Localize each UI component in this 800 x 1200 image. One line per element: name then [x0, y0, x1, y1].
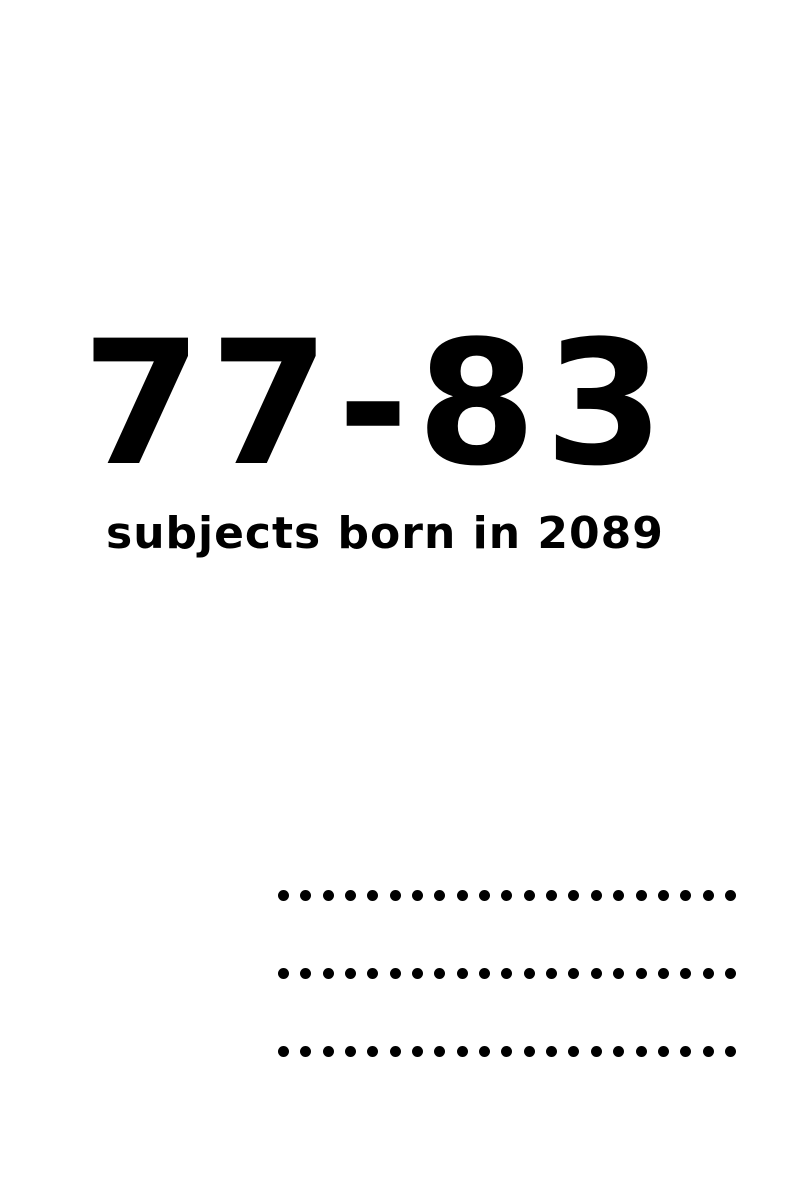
dot — [635, 967, 647, 979]
dot — [635, 1045, 647, 1057]
dot — [657, 889, 669, 901]
dot — [479, 1045, 491, 1057]
dot — [434, 889, 446, 901]
dot — [613, 889, 625, 901]
dot — [479, 889, 491, 901]
dot — [613, 967, 625, 979]
dot — [300, 967, 312, 979]
dot — [322, 967, 334, 979]
dot — [546, 889, 558, 901]
dot — [456, 967, 468, 979]
dot — [702, 1045, 714, 1057]
dot — [345, 967, 357, 979]
dot — [367, 1045, 379, 1057]
dot — [523, 967, 535, 979]
dot — [657, 967, 669, 979]
dot — [412, 889, 424, 901]
dot — [278, 1045, 289, 1057]
range-figure: 77-83 — [82, 303, 673, 504]
dot — [456, 889, 468, 901]
dot — [613, 1045, 625, 1057]
dot — [367, 967, 379, 979]
dot — [322, 889, 334, 901]
dot-row — [278, 884, 736, 906]
dot — [680, 1045, 692, 1057]
dot — [479, 967, 491, 979]
dot — [434, 1045, 446, 1057]
dot — [345, 1045, 357, 1057]
dot — [389, 1045, 401, 1057]
dot — [278, 967, 289, 979]
dot — [501, 967, 513, 979]
dot — [680, 889, 692, 901]
dot — [702, 967, 714, 979]
dot — [590, 1045, 602, 1057]
dot — [523, 1045, 535, 1057]
dot — [278, 889, 289, 901]
dot — [322, 1045, 334, 1057]
dot — [724, 1045, 736, 1057]
dot — [568, 1045, 580, 1057]
dot-rows-decoration — [278, 884, 738, 1062]
dot — [568, 967, 580, 979]
dot — [635, 889, 647, 901]
dot — [300, 1045, 312, 1057]
dot — [546, 1045, 558, 1057]
dot — [568, 889, 580, 901]
dot — [456, 1045, 468, 1057]
dot — [702, 889, 714, 901]
dot — [501, 889, 513, 901]
dot — [389, 967, 401, 979]
dot-row — [278, 1040, 736, 1062]
dot — [546, 967, 558, 979]
dot — [345, 889, 357, 901]
subject-caption: subjects born in 2089 — [106, 508, 664, 559]
dot — [501, 1045, 513, 1057]
dot — [412, 967, 424, 979]
dot — [389, 889, 401, 901]
dot — [657, 1045, 669, 1057]
dot — [434, 967, 446, 979]
dot — [523, 889, 535, 901]
dot-row — [278, 962, 736, 984]
dot — [680, 967, 692, 979]
dot — [724, 889, 736, 901]
dot — [590, 967, 602, 979]
dot — [590, 889, 602, 901]
dot — [412, 1045, 424, 1057]
dot — [367, 889, 379, 901]
dot — [300, 889, 312, 901]
dot — [724, 967, 736, 979]
